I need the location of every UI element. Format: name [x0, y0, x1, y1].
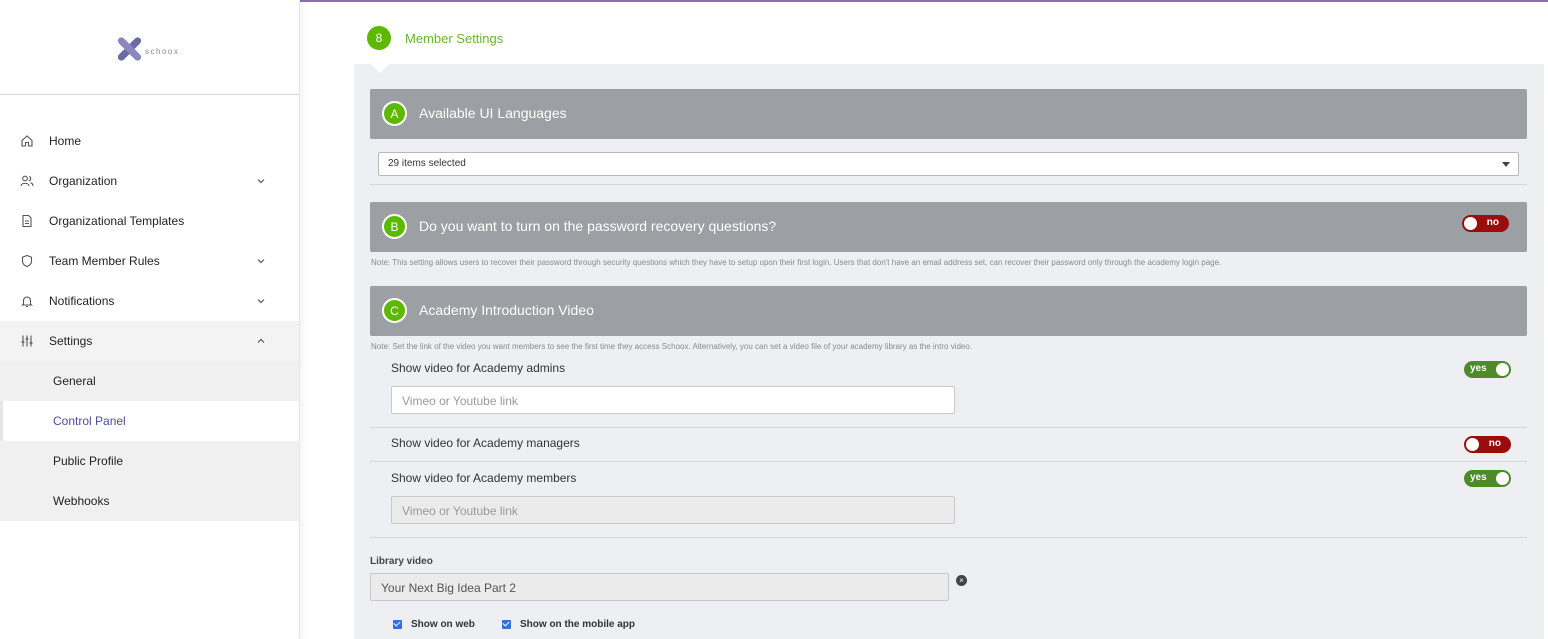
logo-mark-icon [116, 35, 143, 63]
shield-icon [21, 254, 33, 268]
divider [370, 537, 1527, 538]
schoox-logo[interactable]: schoox [116, 35, 180, 63]
section-c-header: C Academy Introduction Video [370, 286, 1527, 336]
section-badge: A [382, 101, 407, 126]
sidebar-subitem-public-profile[interactable]: Public Profile [0, 441, 299, 481]
members-video-toggle[interactable]: yes [1464, 470, 1511, 487]
managers-video-label: Show video for Academy managers [391, 436, 580, 450]
sidebar-item-label: Organization [49, 174, 118, 188]
clear-icon[interactable]: × [956, 575, 967, 586]
sidebar: schoox Home Organization Organizational … [0, 0, 300, 639]
section-badge: B [382, 214, 407, 239]
sidebar-subitem-webhooks[interactable]: Webhooks [0, 481, 299, 521]
section-b-header: B Do you want to turn on the password re… [370, 202, 1527, 252]
sidebar-item-team-member-rules[interactable]: Team Member Rules [0, 241, 299, 281]
admins-video-link-input[interactable]: Vimeo or Youtube link [391, 386, 955, 414]
divider [370, 427, 1527, 428]
checkbox-checked-icon [393, 620, 402, 629]
chevron-down-icon [257, 299, 265, 304]
divider [370, 461, 1527, 462]
toggle-knob [1466, 438, 1479, 451]
sidebar-item-label: Team Member Rules [49, 254, 160, 268]
document-icon [22, 214, 32, 228]
main-panel: 8 Member Settings A Available UI Languag… [354, 14, 1544, 639]
toggle-knob [1496, 472, 1509, 485]
sidebar-item-notifications[interactable]: Notifications [0, 281, 299, 321]
section-title: Available UI Languages [419, 105, 567, 121]
password-recovery-toggle[interactable]: no [1462, 215, 1509, 232]
sidebar-item-organizational-templates[interactable]: Organizational Templates [0, 201, 299, 241]
ui-languages-select[interactable]: 29 items selected [378, 152, 1519, 176]
step-number-badge: 8 [367, 26, 391, 50]
section-title: Academy Introduction Video [419, 302, 594, 318]
library-video-label: Library video [370, 556, 433, 567]
toggle-label: no [1488, 438, 1501, 449]
sidebar-item-home[interactable]: Home [0, 121, 299, 161]
sidebar-item-settings[interactable]: Settings [0, 321, 299, 361]
toggle-label: yes [1470, 363, 1487, 374]
admins-video-label: Show video for Academy admins [391, 361, 566, 375]
library-video-input[interactable]: Your Next Big Idea Part 2 [370, 573, 949, 601]
users-icon [20, 175, 34, 187]
home-icon [21, 135, 33, 147]
sidebar-subitem-general[interactable]: General [0, 361, 299, 401]
sidebar-item-label: Notifications [49, 294, 115, 308]
checkbox-label: Show on web [411, 619, 475, 630]
step-header: 8 Member Settings [354, 14, 1544, 64]
toggle-label: no [1486, 217, 1499, 228]
show-on-mobile-checkbox[interactable]: Show on the mobile app [502, 619, 635, 630]
section-title: Do you want to turn on the password reco… [419, 218, 777, 234]
toggle-knob [1496, 363, 1509, 376]
managers-video-toggle[interactable]: no [1464, 436, 1511, 453]
section-a-header: A Available UI Languages [370, 89, 1527, 139]
sidebar-item-label: Settings [49, 334, 93, 348]
bell-icon [21, 296, 33, 308]
password-recovery-note: Note: This setting allows users to recov… [371, 258, 1222, 267]
sidebar-item-organization[interactable]: Organization [0, 161, 299, 201]
sliders-icon [21, 335, 33, 347]
toggle-label: yes [1470, 472, 1487, 483]
divider [370, 184, 1527, 185]
page-title: Member Settings [405, 31, 504, 46]
select-value: 29 items selected [388, 158, 466, 169]
sidebar-nav: Home Organization Organizational Templat… [0, 121, 299, 521]
intro-video-note: Note: Set the link of the video you want… [371, 342, 973, 351]
settings-submenu: General Control Panel Public Profile Web… [0, 361, 299, 521]
sidebar-subitem-control-panel[interactable]: Control Panel [0, 401, 299, 441]
sidebar-item-label: Home [49, 134, 82, 148]
logo-area: schoox [0, 0, 299, 95]
caret-down-icon [1502, 162, 1510, 167]
admins-video-toggle[interactable]: yes [1464, 361, 1511, 378]
section-badge: C [382, 298, 407, 323]
chevron-down-icon [257, 259, 265, 264]
chevron-down-icon [257, 179, 265, 184]
sidebar-item-label: Organizational Templates [49, 214, 185, 228]
members-video-link-input[interactable]: Vimeo or Youtube link [391, 496, 955, 524]
chevron-up-icon [257, 338, 265, 343]
header-pointer [371, 64, 389, 73]
logo-text: schoox [145, 46, 180, 56]
toggle-knob [1464, 217, 1477, 230]
members-video-label: Show video for Academy members [391, 471, 577, 485]
checkbox-label: Show on the mobile app [520, 619, 635, 630]
show-on-web-checkbox[interactable]: Show on web [393, 619, 475, 630]
checkbox-checked-icon [502, 620, 511, 629]
